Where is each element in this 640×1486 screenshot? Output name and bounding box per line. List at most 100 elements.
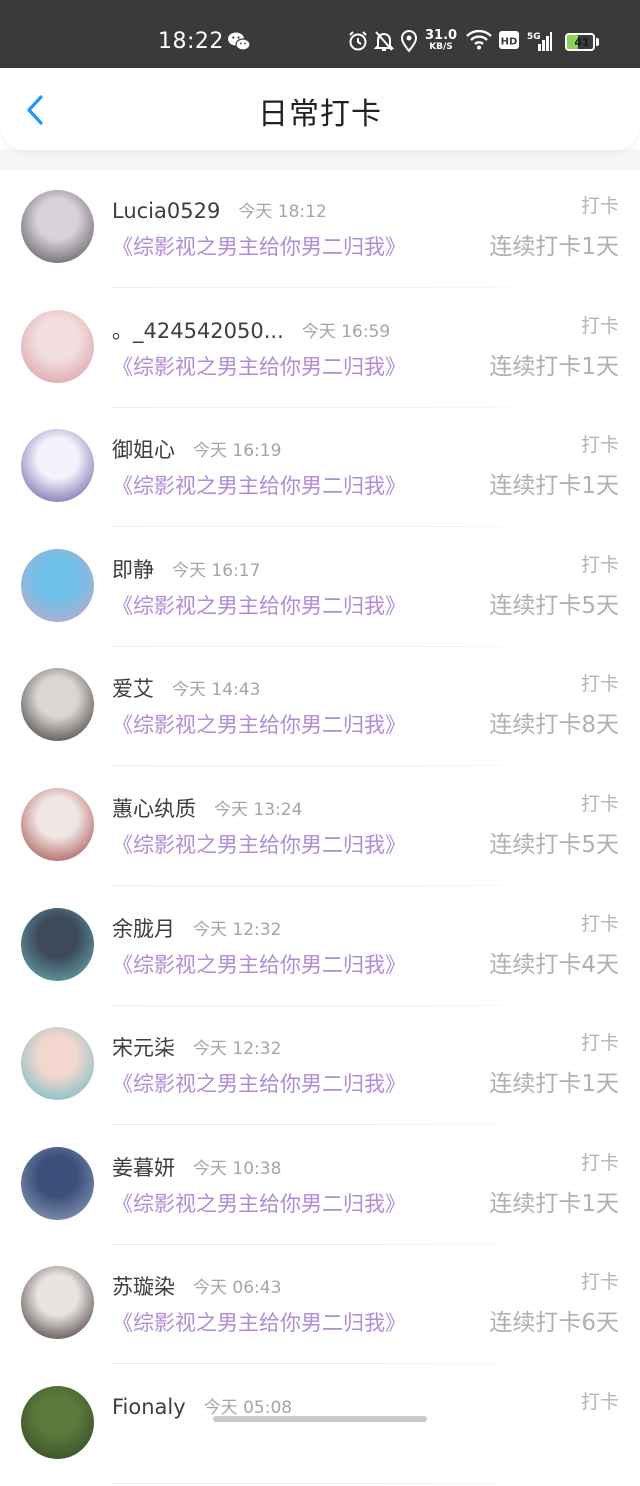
avatar[interactable] bbox=[21, 1146, 94, 1220]
battery-tip bbox=[596, 38, 599, 46]
checkin-label: 打卡 bbox=[580, 1390, 619, 1413]
battery-body: 41 bbox=[565, 33, 595, 51]
avatar[interactable] bbox=[21, 429, 94, 503]
avatar[interactable] bbox=[21, 1385, 94, 1459]
checkin-row[interactable]: 宋元柒 今天 12:32 《综影视之男主给你男二归我》 打卡 连续打卡1天 bbox=[0, 1007, 640, 1127]
avatar[interactable] bbox=[21, 548, 94, 622]
home-indicator[interactable] bbox=[213, 1416, 427, 1422]
user-name[interactable]: 余胧月 今天 12:32 bbox=[112, 916, 281, 943]
user-name-text: 蕙心纨质 bbox=[112, 796, 196, 821]
user-name-text: 即静 bbox=[112, 557, 154, 582]
avatar[interactable] bbox=[21, 1266, 94, 1340]
mute-bell-icon bbox=[374, 31, 394, 51]
row-divider bbox=[112, 406, 552, 408]
checkin-row[interactable]: 苏璇染 今天 06:43 《综影视之男主给你男二归我》 打卡连续打卡6天 bbox=[0, 1246, 640, 1366]
location-icon bbox=[400, 30, 418, 52]
checkin-time: 今天 14:43 bbox=[172, 680, 261, 701]
streak-count: 连续打卡1天 bbox=[489, 353, 619, 380]
user-name[interactable]: 宋元柒 今天 12:32 bbox=[112, 1035, 281, 1062]
alarm-icon bbox=[349, 31, 367, 51]
row-divider bbox=[112, 1482, 552, 1484]
network-speed-unit: KB/S bbox=[429, 42, 453, 52]
user-name[interactable]: 姜暮妍 今天 10:38 bbox=[112, 1155, 281, 1182]
avatar[interactable] bbox=[21, 668, 94, 742]
checkin-time: 今天 13:24 bbox=[214, 799, 303, 820]
avatar[interactable] bbox=[21, 190, 94, 263]
user-name-text: Lucia0529 bbox=[112, 199, 221, 223]
network-speed-value: 31.0 bbox=[425, 28, 458, 43]
network-speed: 31.0 KB/S bbox=[425, 28, 458, 52]
book-title-link[interactable]: 《综影视之男主给你男二归我》 bbox=[112, 1190, 406, 1218]
checkin-row[interactable]: 御姐心 今天 16:19 《综影视之男主给你男二归我》 打卡 连续打卡1天 bbox=[0, 409, 640, 529]
row-divider bbox=[112, 1363, 552, 1365]
user-name[interactable]: Lucia0529 今天 18:12 bbox=[112, 198, 327, 225]
checkin-row[interactable]: Lucia0529 今天 18:12 《综影视之男主给你男二归我》 打卡连续打卡1天 bbox=[0, 170, 640, 290]
checkin-label: 打卡 bbox=[580, 1271, 619, 1294]
avatar-image bbox=[21, 787, 94, 861]
user-name[interactable]: 。_424542050... 今天 16:59 bbox=[112, 318, 390, 345]
status-bar: 18:22 31.0 KB/S HD 5G 41 bbox=[0, 0, 640, 68]
streak-count: 连续打卡6天 bbox=[489, 1310, 619, 1337]
user-name[interactable]: 即静 今天 16:17 bbox=[112, 557, 260, 584]
hd-label: HD bbox=[501, 37, 518, 48]
user-name[interactable]: 苏璇染 今天 06:43 bbox=[112, 1274, 281, 1301]
checkin-row[interactable]: 即静 今天 16:17 《综影视之男主给你男二归我》 打卡 连续打卡5天 bbox=[0, 529, 640, 649]
nav-bar: 日常打卡 bbox=[0, 68, 640, 150]
streak-count: 连续打卡1天 bbox=[489, 234, 619, 260]
status-time: 18:22 bbox=[158, 29, 224, 54]
avatar[interactable] bbox=[21, 309, 94, 383]
checkin-row[interactable]: Fionaly 今天 05:08 打卡 bbox=[0, 1366, 640, 1486]
user-name-text: 爱艾 bbox=[112, 677, 154, 702]
checkin-time: 今天 10:38 bbox=[193, 1158, 282, 1179]
book-title-link[interactable]: 《综影视之男主给你男二归我》 bbox=[112, 831, 406, 859]
user-name-text: 苏璇染 bbox=[112, 1275, 175, 1300]
avatar[interactable] bbox=[21, 787, 94, 861]
user-name[interactable]: 爱艾 今天 14:43 bbox=[112, 676, 260, 703]
book-title-link[interactable]: 《综影视之男主给你男二归我》 bbox=[112, 711, 406, 739]
book-title-link[interactable]: 《综影视之男主给你男二归我》 bbox=[112, 353, 406, 381]
avatar[interactable] bbox=[21, 1027, 94, 1101]
checkin-time: 今天 06:43 bbox=[193, 1278, 282, 1299]
wechat-icon bbox=[228, 32, 251, 51]
page-title: 日常打卡 bbox=[258, 97, 382, 132]
book-title-link[interactable]: 《综影视之男主给你男二归我》 bbox=[112, 1070, 406, 1098]
row-divider bbox=[112, 1124, 552, 1126]
user-name-text: 姜暮妍 bbox=[112, 1155, 175, 1180]
row-divider bbox=[112, 1243, 552, 1245]
header-spacer bbox=[0, 150, 640, 170]
network-type: 5G bbox=[527, 32, 541, 42]
streak-count: 连续打卡4天 bbox=[489, 951, 619, 978]
book-title-link[interactable]: 《综影视之男主给你男二归我》 bbox=[112, 233, 406, 261]
user-name-text: 御姐心 bbox=[112, 438, 175, 463]
checkin-label: 打卡 bbox=[580, 912, 619, 935]
back-button[interactable] bbox=[18, 92, 54, 128]
user-name-text: 余胧月 bbox=[112, 916, 175, 941]
checkin-time: 今天 16:17 bbox=[172, 560, 261, 581]
avatar-image bbox=[21, 1027, 94, 1101]
checkin-time: 今天 18:12 bbox=[238, 202, 327, 222]
checkin-label: 打卡 bbox=[580, 1151, 619, 1174]
book-title-link[interactable]: 《综影视之男主给你男二归我》 bbox=[112, 592, 406, 620]
streak-count: 连续打卡1天 bbox=[489, 1190, 619, 1217]
checkin-row[interactable]: 余胧月 今天 12:32 《综影视之男主给你男二归我》 打卡连续打卡4天 bbox=[0, 888, 640, 1008]
row-divider bbox=[112, 884, 552, 886]
row-divider bbox=[112, 287, 552, 288]
row-divider bbox=[112, 526, 552, 528]
checkin-row[interactable]: 姜暮妍 今天 10:38 《综影视之男主给你男二归我》 打卡连续打卡1天 bbox=[0, 1127, 640, 1247]
book-title-link[interactable]: 《综影视之男主给你男二归我》 bbox=[112, 1309, 406, 1337]
battery-level: 41 bbox=[574, 36, 590, 49]
checkin-row[interactable]: 爱艾 今天 14:43 《综影视之男主给你男二归我》 打卡 连续打卡8天 bbox=[0, 648, 640, 768]
checkin-row[interactable]: 。_424542050... 今天 16:59 《综影视之男主给你男二归我》 打卡 连续… bbox=[0, 290, 640, 410]
avatar[interactable] bbox=[21, 907, 94, 981]
avatar-image bbox=[21, 1266, 94, 1340]
checkin-label: 打卡 bbox=[580, 195, 619, 217]
book-title-link[interactable]: 《综影视之男主给你男二归我》 bbox=[112, 951, 406, 979]
user-name[interactable]: 蕙心纨质 今天 13:24 bbox=[112, 796, 302, 823]
checkin-list: Lucia0529 今天 18:12 《综影视之男主给你男二归我》 打卡 连续打卡1天。… bbox=[0, 170, 640, 1486]
user-name-text: Fionaly bbox=[112, 1394, 186, 1419]
book-title-link[interactable]: 《综影视之男主给你男二归我》 bbox=[112, 472, 406, 500]
checkin-time: 今天 16:19 bbox=[193, 441, 282, 462]
user-name[interactable]: 御姐心 今天 16:19 bbox=[112, 437, 281, 464]
checkin-row[interactable]: 蕙心纨质 今天 13:24 《综影视之男主给你男二归我》 打卡 连续打卡5天 bbox=[0, 768, 640, 888]
checkin-time: 今天 12:32 bbox=[193, 1039, 282, 1060]
